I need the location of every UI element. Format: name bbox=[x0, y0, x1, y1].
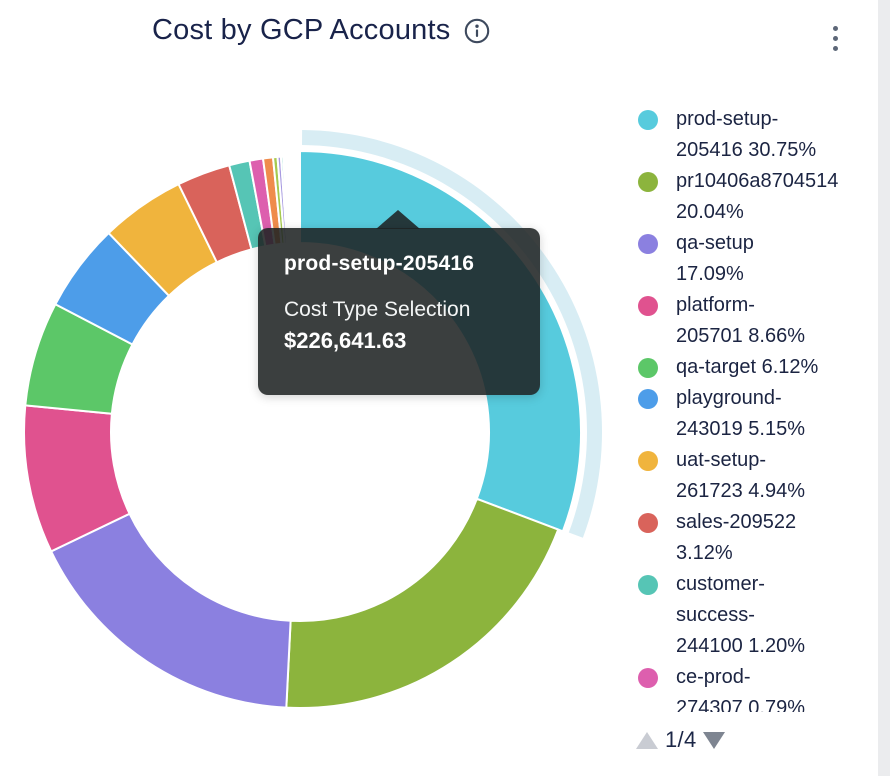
legend-label: ce-prod-274307 0.79% bbox=[676, 662, 805, 712]
page-indicator: 1/4 bbox=[665, 727, 696, 753]
legend-item-prod-setup-205416[interactable]: prod-setup-205416 30.75% bbox=[638, 104, 882, 166]
legend-dot bbox=[638, 668, 658, 688]
legend-label: playground-243019 5.15% bbox=[676, 383, 805, 445]
legend-dot bbox=[638, 110, 658, 130]
legend-label: qa-target 6.12% bbox=[676, 352, 818, 383]
kebab-menu-icon[interactable] bbox=[831, 24, 840, 53]
legend-item-pr10406a8704514[interactable]: pr10406a870451420.04% bbox=[638, 166, 882, 228]
legend-item-uat-setup-261723[interactable]: uat-setup-261723 4.94% bbox=[638, 445, 882, 507]
tooltip-label: Cost Type Selection bbox=[284, 298, 514, 322]
legend-dot bbox=[638, 358, 658, 378]
legend-item-playground-243019[interactable]: playground-243019 5.15% bbox=[638, 383, 882, 445]
legend-item-qa-target[interactable]: qa-target 6.12% bbox=[638, 352, 882, 383]
tooltip-title: prod-setup-205416 bbox=[284, 252, 514, 276]
legend-label: platform-205701 8.66% bbox=[676, 290, 805, 352]
legend-label: sales-2095223.12% bbox=[676, 507, 796, 569]
legend-label: uat-setup-261723 4.94% bbox=[676, 445, 805, 507]
pie-slice-qa-setup[interactable] bbox=[51, 514, 290, 708]
page-down-icon[interactable] bbox=[703, 732, 725, 749]
legend-label: qa-setup17.09% bbox=[676, 228, 754, 290]
legend: prod-setup-205416 30.75%pr10406a87045142… bbox=[638, 104, 882, 712]
tooltip: prod-setup-205416 Cost Type Selection $2… bbox=[258, 228, 540, 395]
pie-slice-pr10406a8704514[interactable] bbox=[286, 499, 558, 708]
tooltip-arrow bbox=[376, 210, 420, 229]
legend-item-platform-205701[interactable]: platform-205701 8.66% bbox=[638, 290, 882, 352]
legend-item-ce-prod-274307[interactable]: ce-prod-274307 0.79% bbox=[638, 662, 882, 712]
legend-item-customer-success-244100[interactable]: customer-success-244100 1.20% bbox=[638, 569, 882, 662]
legend-item-sales-209522[interactable]: sales-2095223.12% bbox=[638, 507, 882, 569]
legend-item-qa-setup[interactable]: qa-setup17.09% bbox=[638, 228, 882, 290]
page-up-icon[interactable] bbox=[636, 732, 658, 749]
legend-dot bbox=[638, 389, 658, 409]
legend-dot bbox=[638, 575, 658, 595]
legend-label: prod-setup-205416 30.75% bbox=[676, 104, 816, 166]
legend-pagination: 1/4 bbox=[636, 727, 725, 753]
legend-label: pr10406a870451420.04% bbox=[676, 166, 838, 228]
legend-dot bbox=[638, 296, 658, 316]
tooltip-value: $226,641.63 bbox=[284, 328, 514, 354]
legend-dot bbox=[638, 451, 658, 471]
legend-dot bbox=[638, 234, 658, 254]
legend-label: customer-success-244100 1.20% bbox=[676, 569, 805, 662]
legend-dot bbox=[638, 172, 658, 192]
legend-dot bbox=[638, 513, 658, 533]
